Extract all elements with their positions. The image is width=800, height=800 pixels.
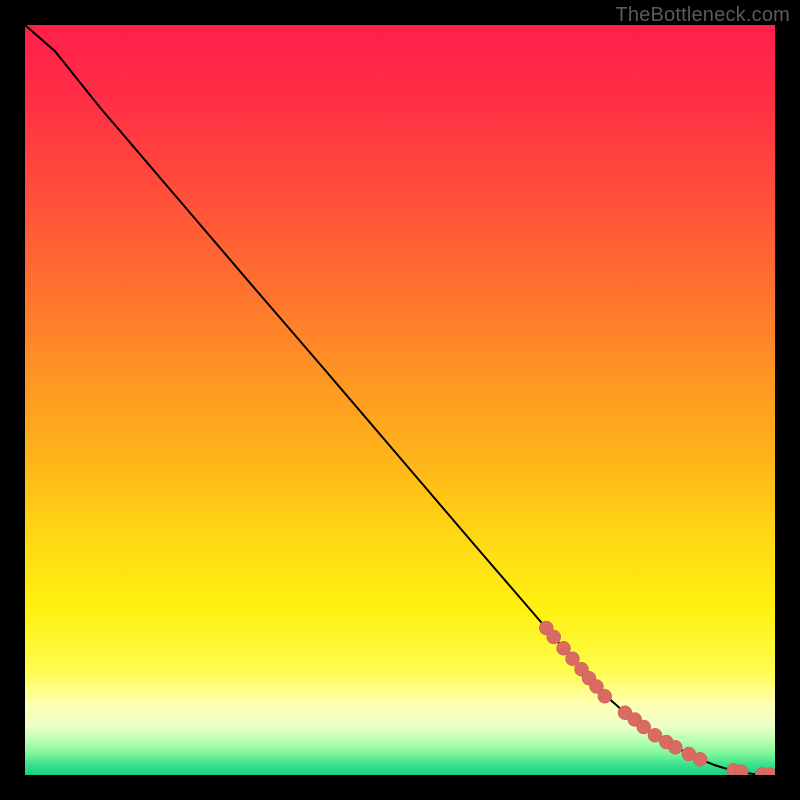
chart-marker: [598, 689, 612, 703]
attribution-label: TheBottleneck.com: [615, 4, 790, 27]
chart-marker: [668, 740, 682, 754]
chart-plot-area: [25, 25, 775, 775]
chart-svg: [25, 25, 775, 775]
chart-marker: [547, 630, 561, 644]
chart-background: [25, 25, 775, 775]
chart-marker: [693, 752, 707, 766]
chart-stage: TheBottleneck.com: [0, 0, 800, 800]
